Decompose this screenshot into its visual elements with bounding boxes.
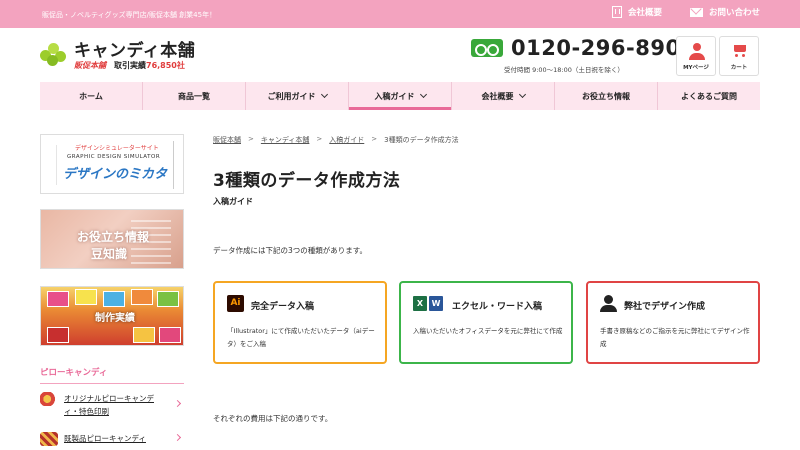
- card-description: 「Illustrator」にて作成いただいたデータ（aiデータ）をご入稿: [227, 327, 375, 348]
- banner3-label: 制作実績: [95, 313, 135, 324]
- product-photo: [47, 327, 69, 343]
- cart-label: カート: [730, 65, 748, 71]
- nav-useful-info[interactable]: お役立ち情報: [555, 82, 658, 110]
- nav-submission-guide-label: 入稿ガイド: [374, 91, 415, 101]
- sidebar-category-heading: ピローキャンディ: [40, 366, 184, 384]
- breadcrumb-separator: >: [248, 135, 254, 143]
- product-photo: [75, 289, 97, 305]
- card-title: エクセル・ワード入稿: [452, 302, 543, 312]
- logo-subline: 販促本舗 取引実績76,850社: [74, 60, 185, 71]
- chevron-down-icon: [320, 90, 328, 99]
- candy-thumbnail: [40, 392, 58, 406]
- breadcrumb-current: 3種類のデータ作成方法: [384, 136, 459, 144]
- intro-text: データ作成には下記の3つの種類があります。: [213, 246, 368, 255]
- card-title: 弊社でデザイン作成: [624, 302, 706, 312]
- card-description: 入稿いただいたオフィスデータを元に弊社にて作成: [413, 327, 563, 335]
- nav-home-label: ホーム: [79, 91, 103, 101]
- banner1-small: デザインシミュレーターサイト: [75, 145, 159, 152]
- bag-illustration: [45, 145, 57, 185]
- nav-usage-guide-label: ご利用ガイド: [267, 91, 316, 101]
- candy-logo-icon[interactable]: [40, 40, 66, 66]
- logo-name[interactable]: キャンディ本舗: [74, 36, 195, 61]
- word-icon: W: [429, 296, 443, 311]
- candy-thumbnail: [40, 432, 58, 446]
- sidebar-item-ready-made-pillow-candy[interactable]: 既製品ピローキャンディ: [40, 432, 184, 446]
- main-nav: ホーム 商品一覧 ご利用ガイド 入稿ガイド 会社概要 お役立ち情報 よくあるご質…: [40, 82, 760, 110]
- page-category: 入稿ガイド: [213, 197, 253, 206]
- nav-products-label: 商品一覧: [178, 91, 210, 101]
- sidebar-item-label: オリジナルピローキャンディ・特色印刷: [64, 394, 154, 416]
- user-icon: [689, 43, 705, 61]
- card-title: 完全データ入稿: [251, 302, 315, 312]
- cost-note: それぞれの費用は下記の通りです。: [213, 414, 333, 423]
- mail-icon: [689, 7, 703, 17]
- method-card-full-data[interactable]: Ai 完全データ入稿 「Illustrator」にて作成いただいたデータ（aiデ…: [213, 281, 387, 364]
- product-photo: [47, 291, 69, 307]
- tool-palette-illustration: [173, 141, 179, 189]
- breadcrumb-link-hansoku[interactable]: 販促本舗: [213, 135, 241, 145]
- logo-trades: 取引実績76,850社: [114, 60, 185, 71]
- top-bar: 販促品・ノベルティグッズ専門店/販促本舗 創業45年！ 会社概要 お問い合わせ: [0, 0, 800, 28]
- nav-usage-guide[interactable]: ご利用ガイド: [246, 82, 349, 110]
- tel-block[interactable]: 0120-296-890: [471, 36, 681, 60]
- top-links: 会社概要 お問い合わせ: [611, 6, 760, 18]
- banner1-title: デザインのミカタ: [63, 167, 168, 182]
- excel-word-icon: X W: [413, 295, 443, 312]
- method-card-design-service[interactable]: 弊社でデザイン作成 手書き原稿などのご指示を元に弊社にてデザイン作成: [586, 281, 760, 364]
- chevron-down-icon: [419, 90, 427, 99]
- works-banner[interactable]: 制作実績: [40, 286, 184, 346]
- nav-faq-label: よくあるご質問: [681, 91, 737, 101]
- excel-icon: X: [413, 296, 427, 311]
- company-link[interactable]: 会社概要: [611, 6, 662, 18]
- product-photo: [157, 291, 179, 307]
- breadcrumb: 販促本舗 > キャンディ本舗 > 入稿ガイド > 3種類のデータ作成方法: [213, 135, 459, 145]
- company-link-label: 会社概要: [627, 8, 662, 18]
- cart-icon: [732, 44, 748, 58]
- site-header: キャンディ本舗 販促本舗 取引実績76,850社 0120-296-890 受付…: [0, 28, 800, 80]
- chevron-down-icon: [518, 90, 526, 99]
- card-description: 手書き原稿などのご指示を元に弊社にてデザイン作成: [600, 327, 750, 348]
- breadcrumb-separator: >: [371, 135, 378, 143]
- product-photo: [131, 289, 153, 305]
- product-photo: [159, 327, 181, 343]
- site-tagline: 販促品・ノベルティグッズ専門店/販促本舗 創業45年！: [42, 11, 217, 19]
- cart-button[interactable]: カート: [719, 36, 759, 76]
- product-photo: [103, 291, 125, 307]
- contact-link[interactable]: お問い合わせ: [689, 6, 760, 18]
- breadcrumb-link-candy[interactable]: キャンディ本舗: [261, 135, 310, 145]
- breadcrumb-link-guide[interactable]: 入稿ガイド: [329, 135, 364, 145]
- logo-brand: 販促本舗: [74, 61, 106, 70]
- logo-trades-label: 取引実績: [114, 61, 146, 70]
- contact-link-label: お問い合わせ: [708, 8, 760, 18]
- mypage-label: MYページ: [683, 65, 709, 71]
- illustrator-icon: Ai: [227, 295, 244, 312]
- chevron-right-icon: [173, 433, 182, 442]
- sidebar-item-original-pillow-candy[interactable]: オリジナルピローキャンディ・特色印刷: [40, 392, 184, 418]
- banner1-sub: GRAPHIC DESIGN SIMULATOR: [67, 154, 161, 160]
- tel-number: 0120-296-890: [511, 36, 681, 60]
- nav-company-label: 会社概要: [481, 91, 514, 101]
- nav-products[interactable]: 商品一覧: [143, 82, 246, 110]
- method-card-excel-word[interactable]: X W エクセル・ワード入稿 入稿いただいたオフィスデータを元に弊社にて作成: [399, 281, 573, 364]
- person-icon: [600, 295, 617, 312]
- banner2-line1: お役立ち情報: [77, 230, 150, 244]
- useful-info-banner[interactable]: お役立ち情報 豆知識: [40, 209, 184, 269]
- design-simulator-banner[interactable]: デザインシミュレーターサイト GRAPHIC DESIGN SIMULATOR …: [40, 134, 184, 194]
- nav-home[interactable]: ホーム: [40, 82, 143, 110]
- chevron-right-icon: [173, 399, 182, 408]
- sidebar-item-label: 既製品ピローキャンディ: [64, 434, 146, 443]
- breadcrumb-separator: >: [316, 135, 323, 143]
- product-photo: [133, 327, 155, 343]
- page-title: 3種類のデータ作成方法: [213, 171, 401, 191]
- logo-trades-count: 76,850社: [146, 61, 185, 70]
- nav-company[interactable]: 会社概要: [452, 82, 555, 110]
- tel-hours: 受付時間 9:00～18:00（土日祝を除く）: [504, 66, 624, 74]
- building-icon: [611, 6, 622, 18]
- nav-submission-guide[interactable]: 入稿ガイド: [349, 82, 452, 110]
- mypage-button[interactable]: MYページ: [676, 36, 716, 76]
- nav-useful-info-label: お役立ち情報: [582, 91, 630, 101]
- nav-faq[interactable]: よくあるご質問: [658, 82, 760, 110]
- freedial-icon: [471, 39, 503, 57]
- banner2-line2: 豆知識: [91, 247, 128, 261]
